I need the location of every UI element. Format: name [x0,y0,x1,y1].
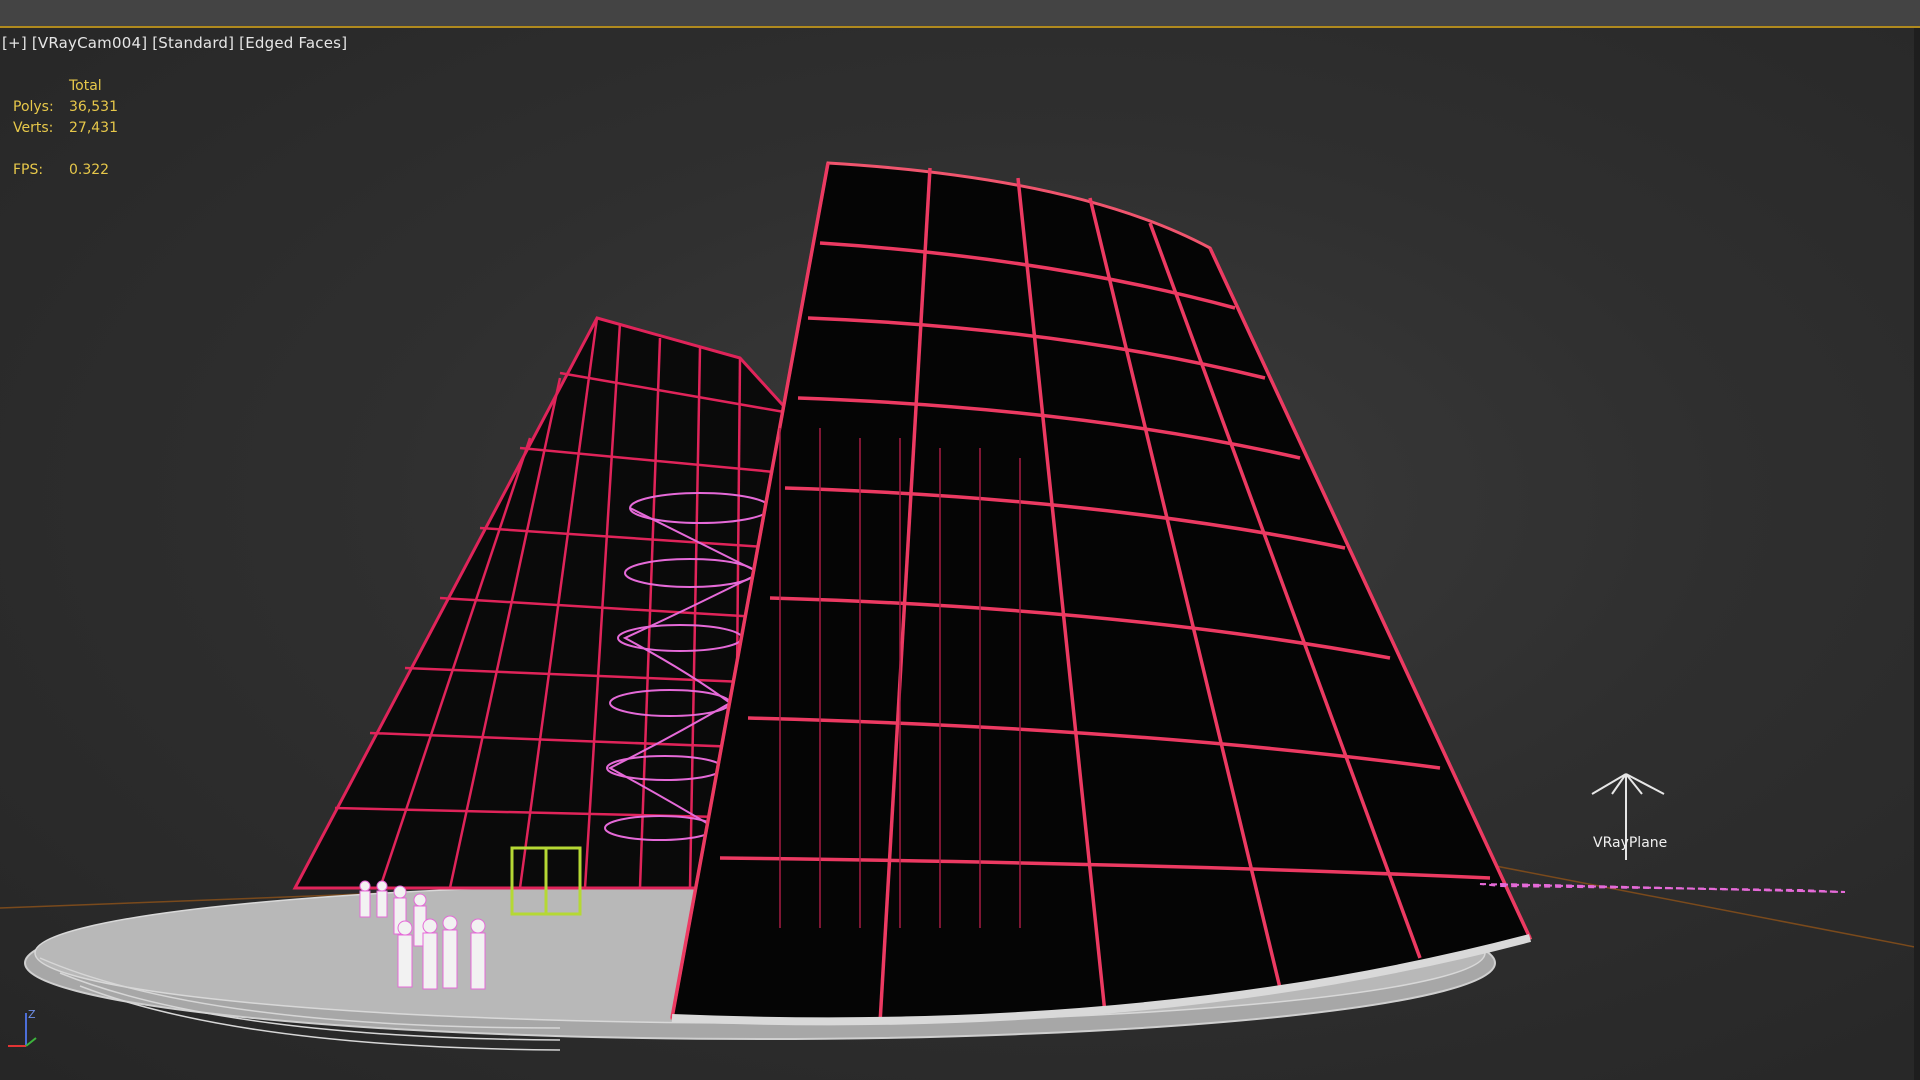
viewport-label-menu: [+] [VRayCam004] [Standard] [Edged Faces… [2,34,347,52]
fps-label: FPS: [13,162,44,178]
vray-plane-label: VRayPlane [1593,835,1667,851]
scene-wireframe-view[interactable]: VRayPlane Z [0,28,1920,1080]
viewport-plus-menu[interactable]: [+] [2,34,27,52]
verts-label: Verts: [13,120,54,136]
axis-z-label: Z [28,1008,36,1021]
viewport-statistics: Total Polys: 36,531 Verts: 27,431 FPS: 0.32… [13,76,118,181]
verts-value: 27,431 [69,120,118,136]
fps-value: 0.322 [69,162,110,178]
polys-value: 36,531 [69,99,118,115]
perspective-viewport[interactable]: VRayPlane Z [+] [VRayCam004] [Standard] … [0,28,1920,1080]
axis-tripod: Z [8,1008,37,1047]
stats-header: Total [69,78,102,94]
large-glass-tower[interactable] [670,161,1533,1026]
polys-label: Polys: [13,99,54,115]
viewport-top-bar [0,0,1920,28]
viewport-shading-menu[interactable]: [Standard] [152,34,234,52]
viewport-camera-menu[interactable]: [VRayCam004] [32,34,147,52]
viewport-right-border [1914,28,1920,1080]
viewport-display-menu[interactable]: [Edged Faces] [239,34,347,52]
